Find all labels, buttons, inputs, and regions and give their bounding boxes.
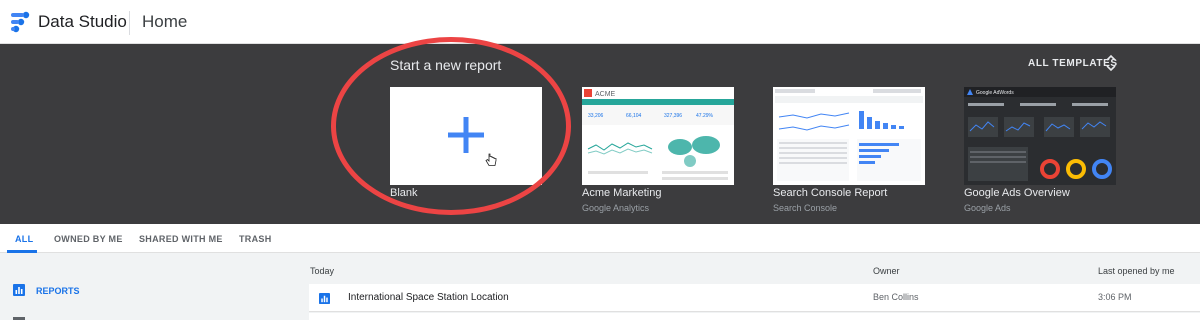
report-icon [319, 293, 330, 304]
header-divider [129, 11, 130, 35]
template-name: Google Ads Overview [964, 187, 1070, 199]
app-name[interactable]: Data Studio [38, 12, 127, 32]
sidebar: REPORTS [0, 253, 309, 320]
expand-collapse-icon[interactable] [1106, 53, 1116, 73]
acme-kpi-2: 66,104 [626, 113, 642, 119]
acme-kpi-3: 327,396 [664, 113, 682, 119]
table-row[interactable]: International Space Station Location Ben… [309, 284, 1200, 312]
report-name[interactable]: International Space Station Location [348, 292, 509, 303]
all-templates-button[interactable]: ALL TEMPLATES [1028, 58, 1118, 69]
template-thumbnail[interactable]: ACME 33,206 66,104 327,396 47.29% [582, 87, 734, 185]
report-list: Today Owner Last opened by me Internatio… [309, 253, 1200, 320]
column-header-today: Today [310, 266, 335, 276]
filter-tabs: ALL OWNED BY ME SHARED WITH ME TRASH [0, 224, 1200, 253]
tab-shared-with-me[interactable]: SHARED WITH ME [139, 234, 223, 244]
template-source: Google Analytics [582, 203, 650, 213]
template-blank[interactable]: Blank [390, 87, 542, 199]
template-gallery: Start a new report ALL TEMPLATES Blank A… [0, 44, 1200, 224]
template-name: Acme Marketing [582, 187, 662, 199]
acme-kpi-4: 47.29% [696, 113, 714, 119]
tab-owned-by-me[interactable]: OWNED BY ME [54, 234, 123, 244]
template-thumbnail[interactable]: Google AdWords [964, 87, 1116, 185]
template-search-console-report[interactable]: Search Console Report Search Console [773, 87, 925, 213]
search-console-thumbnail-preview [775, 89, 923, 181]
template-google-ads-overview[interactable]: Google AdWords Google Ads Overview Googl… [964, 87, 1116, 213]
acme-kpi-1: 33,206 [588, 113, 604, 119]
report-owner: Ben Collins [873, 292, 919, 302]
table-row[interactable] [309, 313, 1200, 320]
template-source: Search Console [773, 203, 838, 213]
hand-cursor-icon [485, 153, 497, 166]
tab-all[interactable]: ALL [15, 234, 33, 244]
column-header-last-opened[interactable]: Last opened by me [1098, 266, 1175, 276]
gallery-title: Start a new report [390, 57, 502, 73]
template-acme-marketing[interactable]: ACME 33,206 66,104 327,396 47.29% Acme M… [582, 87, 734, 213]
bar-chart-icon [13, 284, 25, 296]
template-name: Search Console Report [773, 187, 888, 199]
template-thumbnail[interactable] [390, 87, 542, 185]
google-ads-thumbnail-preview: Google AdWords [964, 87, 1116, 181]
acme-logo-text: ACME [595, 91, 616, 98]
template-thumbnail[interactable] [773, 87, 925, 185]
page-title: Home [142, 12, 188, 31]
data-studio-logo-icon[interactable] [8, 10, 32, 34]
plus-icon [448, 117, 484, 153]
tab-trash[interactable]: TRASH [239, 234, 272, 244]
sidebar-item-reports[interactable]: REPORTS [36, 286, 80, 296]
template-source: Google Ads [964, 203, 1011, 213]
column-header-owner[interactable]: Owner [873, 266, 900, 276]
report-last-opened: 3:06 PM [1098, 292, 1132, 302]
acme-thumbnail-preview: ACME 33,206 66,104 327,396 47.29% [582, 87, 734, 180]
ads-brand-text: Google AdWords [976, 90, 1014, 96]
template-name: Blank [390, 187, 418, 199]
top-bar: Data Studio Home [0, 0, 1200, 44]
